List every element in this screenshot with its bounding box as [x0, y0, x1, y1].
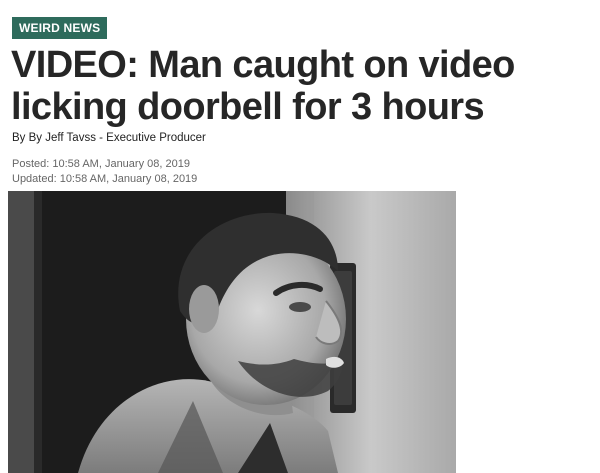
byline[interactable]: By By Jeff Tavss - Executive Producer: [12, 132, 206, 144]
headline: VIDEO: Man caught on video licking doorb…: [11, 44, 515, 128]
section-badge[interactable]: WEIRD NEWS: [12, 17, 108, 39]
article-photo: [8, 191, 456, 473]
updated-timestamp: Updated: 10:58 AM, January 08, 2019: [12, 173, 198, 185]
posted-timestamp: Posted: 10:58 AM, January 08, 2019: [12, 158, 190, 170]
doorbell-camera-image: [8, 191, 456, 473]
